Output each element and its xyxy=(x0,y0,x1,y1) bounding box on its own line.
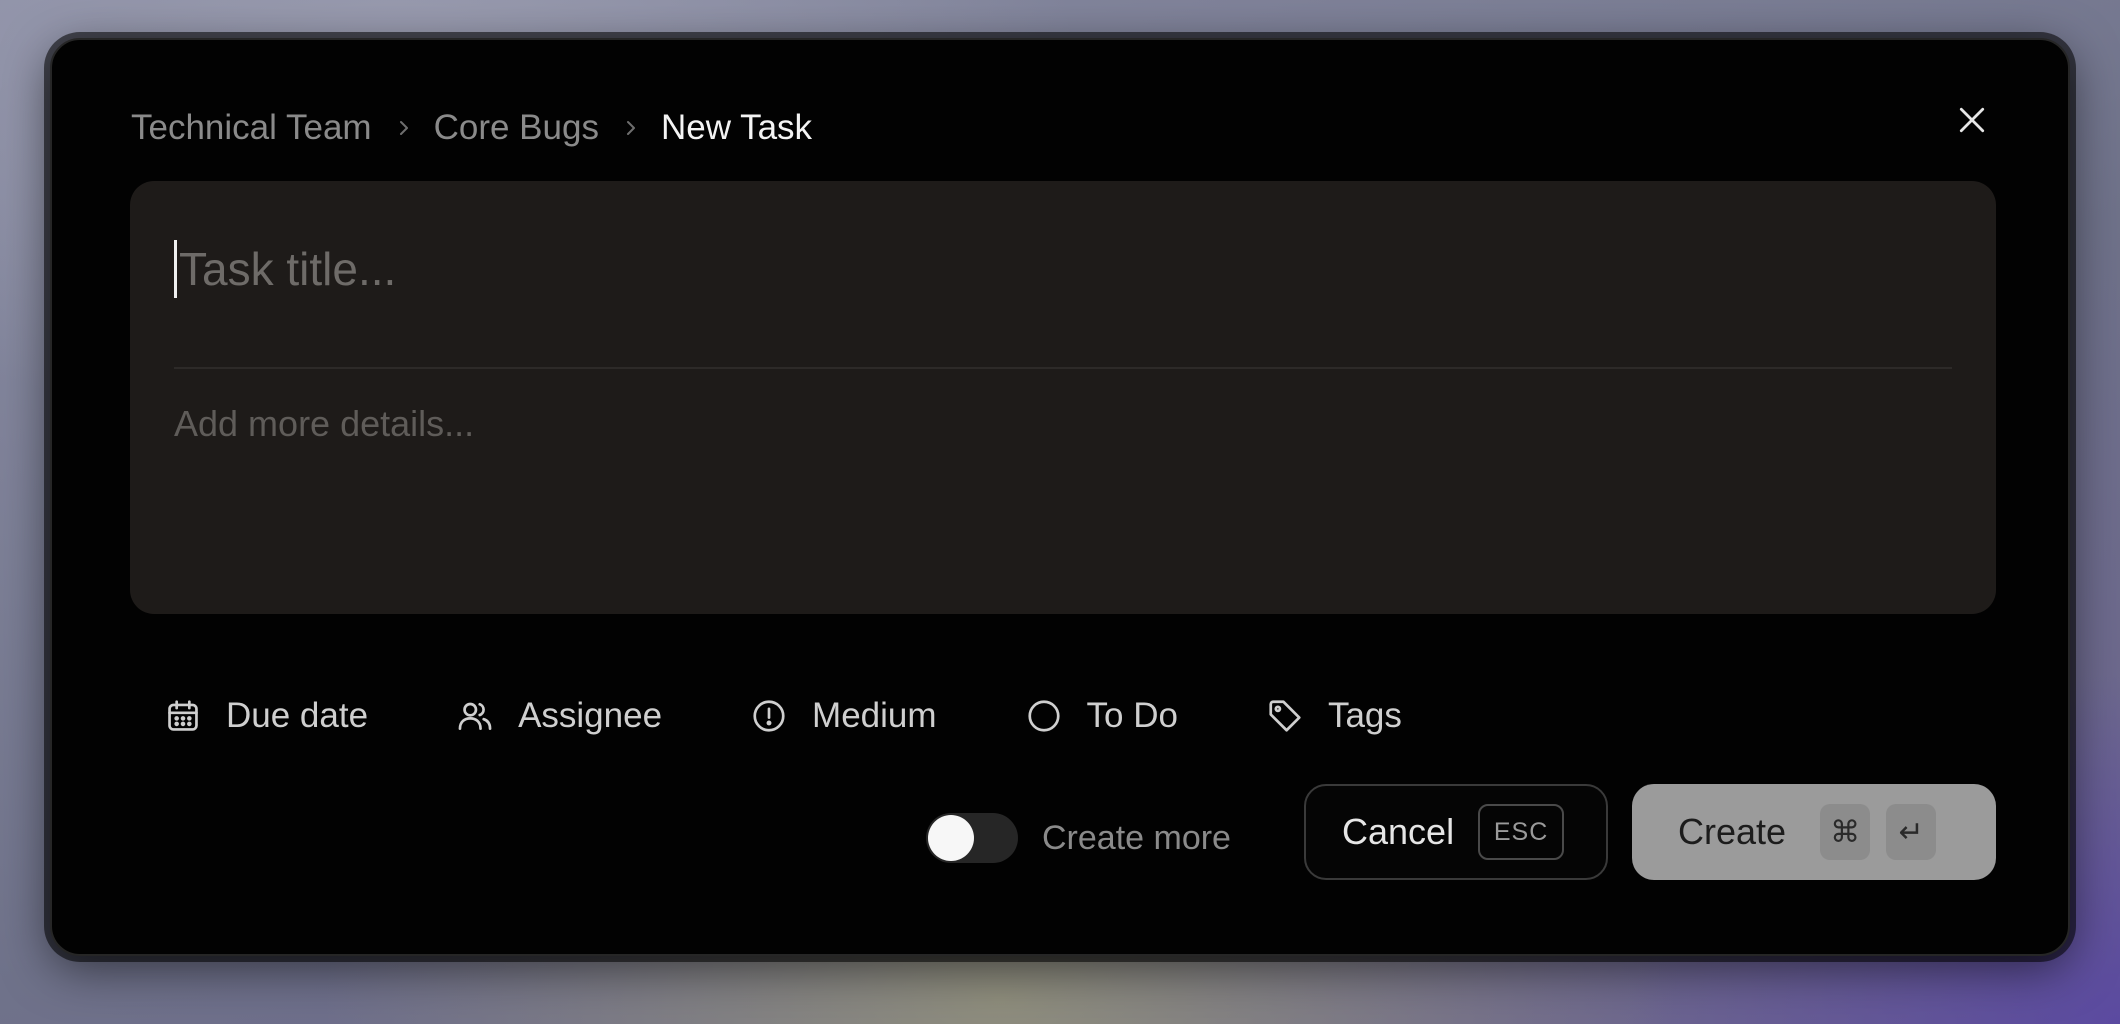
alert-circle-icon xyxy=(750,697,788,735)
task-properties: Due date Assignee Medium To Do Tags xyxy=(164,688,1402,744)
circle-icon xyxy=(1025,697,1063,735)
status-button[interactable]: To Do xyxy=(1025,688,1178,744)
return-key-icon: ↵ xyxy=(1886,804,1937,860)
esc-shortcut-badge: ESC xyxy=(1478,804,1565,860)
chevron-right-icon xyxy=(623,120,639,136)
status-label: To Do xyxy=(1086,696,1178,735)
cancel-label: Cancel xyxy=(1342,811,1455,852)
task-title-input[interactable] xyxy=(179,242,1879,296)
tag-icon xyxy=(1266,697,1304,735)
tags-button[interactable]: Tags xyxy=(1266,688,1402,744)
breadcrumb-item-project[interactable]: Core Bugs xyxy=(434,108,599,148)
create-more-toggle[interactable] xyxy=(926,813,1018,863)
command-key-icon: ⌘ xyxy=(1820,804,1871,860)
close-button[interactable] xyxy=(1948,96,1996,144)
close-icon xyxy=(1959,107,1985,133)
due-date-button[interactable]: Due date xyxy=(164,688,368,744)
due-date-label: Due date xyxy=(226,696,369,735)
calendar-icon xyxy=(164,697,202,735)
priority-label: Medium xyxy=(812,696,937,735)
breadcrumb-current: New Task xyxy=(660,108,813,147)
assignee-button[interactable]: Assignee xyxy=(456,688,662,744)
create-button[interactable]: Create ⌘ ↵ xyxy=(1632,784,1996,880)
task-details-input[interactable] xyxy=(174,403,1950,583)
create-label: Create xyxy=(1678,811,1787,852)
users-icon xyxy=(456,697,494,735)
create-more-control: Create more xyxy=(926,808,1231,868)
assignee-label: Assignee xyxy=(518,696,663,735)
priority-button[interactable]: Medium xyxy=(750,688,937,744)
breadcrumb: Technical Team Core Bugs New Task xyxy=(131,98,812,158)
breadcrumb-item-team[interactable]: Technical Team xyxy=(131,108,372,148)
tags-label: Tags xyxy=(1327,696,1402,735)
create-more-label: Create more xyxy=(1042,818,1231,857)
task-title-field xyxy=(174,229,1950,309)
text-caret xyxy=(174,240,177,298)
editor-divider xyxy=(174,367,1952,369)
cancel-button[interactable]: Cancel ESC xyxy=(1304,784,1608,880)
chevron-right-icon xyxy=(396,120,412,136)
task-editor xyxy=(130,181,1996,614)
toggle-knob xyxy=(928,815,974,861)
new-task-modal: Technical Team Core Bugs New Task Task t… xyxy=(50,38,2070,956)
